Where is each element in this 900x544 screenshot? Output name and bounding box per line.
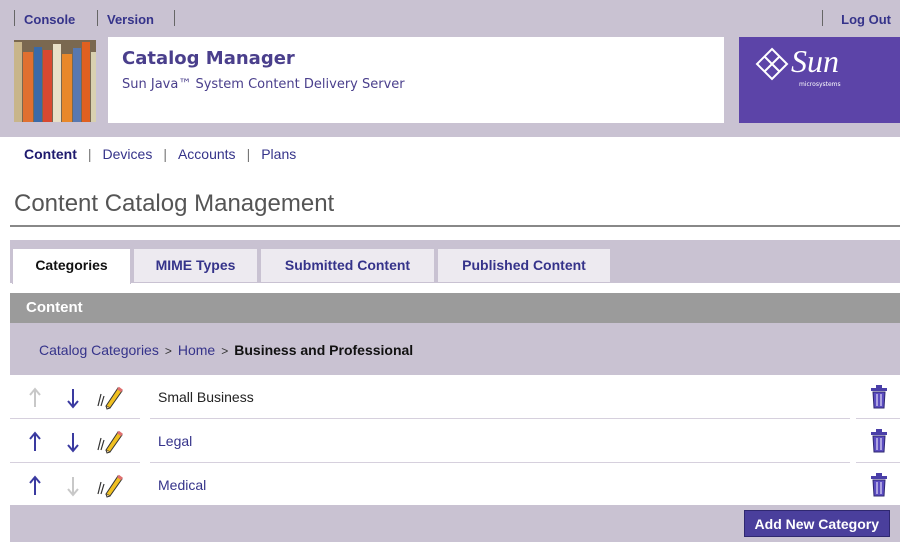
panel-footer: Add New Category bbox=[10, 505, 900, 542]
pencil-icon[interactable] bbox=[96, 472, 124, 498]
app-title: Catalog Manager bbox=[122, 48, 295, 69]
sun-wordmark: Sun bbox=[791, 43, 839, 79]
version-link[interactable]: Version bbox=[107, 12, 154, 27]
breadcrumb-catalog-categories[interactable]: Catalog Categories bbox=[39, 342, 159, 358]
bookshelf-image bbox=[14, 40, 96, 122]
utility-bar: Console Version Log Out bbox=[0, 0, 900, 35]
console-link[interactable]: Console bbox=[24, 12, 75, 27]
breadcrumb: Catalog Categories > Home > Business and Pro… bbox=[10, 323, 900, 375]
util-separator bbox=[174, 10, 175, 26]
brand-banner: Catalog Manager Sun Java™ System Content… bbox=[108, 37, 724, 123]
arrow-down-icon[interactable] bbox=[66, 431, 80, 453]
nav-separator: | bbox=[87, 146, 92, 162]
trash-icon[interactable] bbox=[870, 385, 888, 409]
arrow-down-icon bbox=[67, 477, 79, 497]
category-list: Small Business Legal Medical bbox=[10, 375, 900, 505]
category-link-medical[interactable]: Medical bbox=[158, 477, 206, 493]
main-nav: Content | Devices | Accounts | Plans bbox=[24, 146, 296, 162]
breadcrumb-separator: > bbox=[164, 344, 172, 358]
breadcrumb-home[interactable]: Home bbox=[178, 342, 215, 358]
arrow-up-icon[interactable] bbox=[28, 431, 42, 453]
tab-published-content[interactable]: Published Content bbox=[437, 248, 611, 283]
breadcrumb-separator: > bbox=[221, 344, 229, 358]
sun-logo: Sun microsystems bbox=[739, 37, 900, 123]
nav-devices[interactable]: Devices bbox=[103, 146, 153, 162]
nav-plans[interactable]: Plans bbox=[261, 146, 296, 162]
util-separator bbox=[822, 10, 823, 26]
list-item: Legal bbox=[10, 419, 900, 463]
page-title: Content Catalog Management bbox=[14, 190, 335, 217]
trash-icon[interactable] bbox=[870, 429, 888, 453]
breadcrumb-current: Business and Professional bbox=[234, 342, 414, 358]
nav-accounts[interactable]: Accounts bbox=[178, 146, 236, 162]
sun-tagline: microsystems bbox=[799, 81, 841, 88]
arrow-down-icon[interactable] bbox=[66, 387, 80, 409]
arrow-up-icon bbox=[29, 387, 41, 407]
add-new-category-button[interactable]: Add New Category bbox=[743, 510, 890, 537]
list-item: Small Business bbox=[10, 375, 900, 419]
masthead: Console Version Log Out Catalog Manager … bbox=[0, 0, 900, 137]
nav-content[interactable]: Content bbox=[24, 146, 77, 162]
logout-link[interactable]: Log Out bbox=[841, 12, 891, 27]
tab-submitted-content[interactable]: Submitted Content bbox=[260, 248, 435, 283]
list-item: Medical bbox=[10, 463, 900, 507]
nav-separator: | bbox=[246, 146, 251, 162]
arrow-up-icon[interactable] bbox=[28, 475, 42, 497]
sun-diamond-icon bbox=[755, 47, 789, 81]
trash-icon[interactable] bbox=[870, 473, 888, 497]
pencil-icon[interactable] bbox=[96, 384, 124, 410]
content-panel-header: Content bbox=[10, 293, 900, 323]
tab-mime-types[interactable]: MIME Types bbox=[133, 248, 258, 283]
title-divider bbox=[10, 225, 900, 227]
nav-separator: | bbox=[163, 146, 167, 162]
tab-categories[interactable]: Categories bbox=[12, 248, 131, 284]
app-subtitle: Sun Java™ System Content Delivery Server bbox=[122, 77, 405, 92]
util-separator bbox=[14, 10, 15, 26]
tab-bar: Categories MIME Types Submitted Content … bbox=[10, 240, 900, 284]
category-link-legal[interactable]: Legal bbox=[158, 433, 192, 449]
category-name: Small Business bbox=[158, 389, 254, 405]
pencil-icon[interactable] bbox=[96, 428, 124, 454]
panel-heading: Content bbox=[26, 299, 83, 316]
util-separator bbox=[97, 10, 98, 26]
